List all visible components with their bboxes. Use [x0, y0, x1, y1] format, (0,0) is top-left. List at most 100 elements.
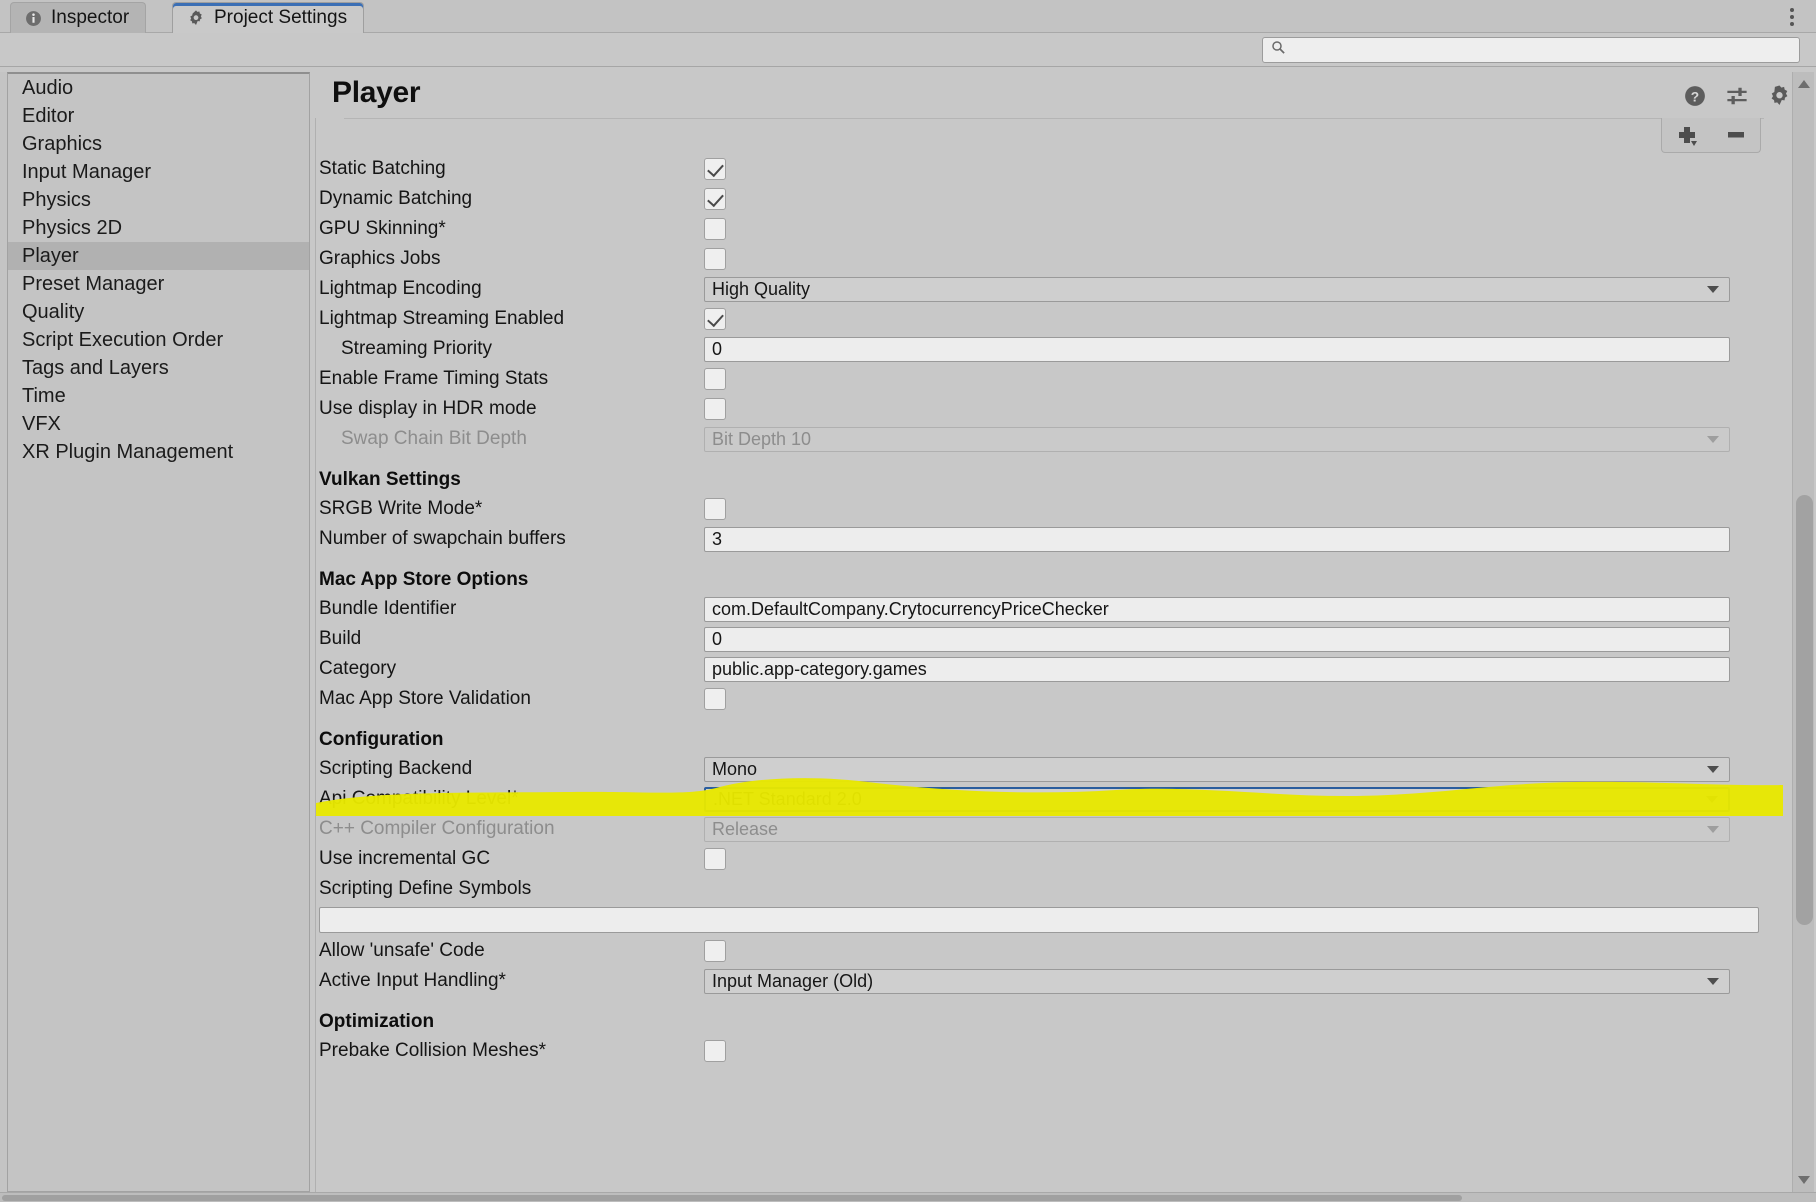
sidebar-item-player[interactable]: Player	[8, 242, 309, 270]
settings-rows: Static Batching Dynamic Batching GPU Skinn…	[316, 154, 1783, 1066]
search-box[interactable]	[1262, 37, 1800, 63]
section-header-configuration: Configuration	[316, 714, 1783, 754]
dropdown-c-compiler-configuration[interactable]: Release	[704, 816, 1730, 842]
checkbox-prebake-collision-meshes[interactable]	[704, 1040, 726, 1062]
scrollbar-thumb-horizontal[interactable]	[2, 1195, 1462, 1201]
checkbox-dynamic-batching[interactable]	[704, 188, 726, 210]
scripting-define-symbols-input[interactable]	[319, 907, 1759, 933]
setting-field: com.DefaultCompany.CrytocurrencyPriceChe…	[704, 596, 1730, 622]
gear-icon[interactable]	[1768, 84, 1791, 112]
section-label: Mac App Store Options	[319, 569, 529, 590]
player-settings-panel: Player ? Static Batching Dynamic Batchin…	[313, 72, 1809, 1192]
sidebar-item-tags-and-layers[interactable]: Tags and Layers	[8, 354, 309, 382]
setting-row-static-batching: Static Batching	[316, 154, 1783, 184]
section-header-mac-app-store-options: Mac App Store Options	[316, 554, 1783, 594]
sidebar-item-xr-plugin-management[interactable]: XR Plugin Management	[8, 438, 309, 466]
gear-icon	[190, 10, 202, 25]
sidebar-item-label: VFX	[22, 413, 61, 435]
checkbox-use-display-in-hdr-mode[interactable]	[704, 398, 726, 420]
textfield-build[interactable]: 0	[704, 626, 1730, 652]
setting-row-graphics-jobs: Graphics Jobs	[316, 244, 1783, 274]
setting-row-lightmap-encoding: Lightmap Encoding High Quality	[316, 274, 1783, 304]
help-icon[interactable]: ?	[1684, 85, 1706, 112]
setting-label: Scripting Define Symbols	[319, 878, 532, 899]
scrollbar-thumb[interactable]	[1796, 495, 1813, 925]
add-button[interactable]	[1670, 122, 1704, 148]
settings-category-sidebar[interactable]: Audio Editor Graphics Input Manager Physics P…	[7, 72, 310, 1192]
sidebar-item-physics[interactable]: Physics	[8, 186, 309, 214]
dropdown-value: Mono	[712, 758, 758, 779]
chevron-down-icon	[1707, 286, 1719, 293]
vertical-scrollbar[interactable]	[1792, 72, 1814, 1192]
checkbox-enable-frame-timing-stats[interactable]	[704, 368, 726, 390]
setting-row-build: Build 0	[316, 624, 1783, 654]
sidebar-item-input-manager[interactable]: Input Manager	[8, 158, 309, 186]
setting-field	[704, 188, 726, 210]
setting-row-mac-app-store-validation: Mac App Store Validation	[316, 684, 1783, 714]
checkbox-graphics-jobs[interactable]	[704, 248, 726, 270]
dropdown-lightmap-encoding[interactable]: High Quality	[704, 276, 1730, 302]
section-label: Optimization	[319, 1011, 435, 1032]
dropdown-api-compatibility-level[interactable]: .NET Standard 2.0	[704, 786, 1730, 812]
sidebar-item-label: Script Execution Order	[22, 329, 224, 351]
dropdown-active-input-handling[interactable]: Input Manager (Old)	[704, 968, 1730, 994]
sidebar-item-vfx[interactable]: VFX	[8, 410, 309, 438]
checkbox-static-batching[interactable]	[704, 158, 726, 180]
dropdown-value: Input Manager (Old)	[712, 970, 874, 991]
chevron-up-icon[interactable]	[1798, 80, 1810, 88]
sidebar-item-editor[interactable]: Editor	[8, 102, 309, 130]
tab-project-settings[interactable]: Project Settings	[172, 2, 365, 33]
textfield-category[interactable]: public.app-category.games	[704, 656, 1730, 682]
setting-field: Release	[704, 816, 1730, 842]
remove-button[interactable]	[1719, 122, 1753, 148]
setting-field	[704, 1040, 726, 1062]
setting-label: Active Input Handling*	[319, 970, 506, 991]
sidebar-item-label: XR Plugin Management	[22, 441, 234, 463]
dropdown-swap-chain-bit-depth[interactable]: Bit Depth 10	[704, 426, 1730, 452]
horizontal-scrollbar[interactable]	[0, 1192, 1816, 1202]
sidebar-item-physics-2d[interactable]: Physics 2D	[8, 214, 309, 242]
textfield-bundle-identifier[interactable]: com.DefaultCompany.CrytocurrencyPriceChe…	[704, 596, 1730, 622]
checkbox-use-incremental-gc[interactable]	[704, 848, 726, 870]
sidebar-item-preset-manager[interactable]: Preset Manager	[8, 270, 309, 298]
checkbox-mac-app-store-validation[interactable]	[704, 688, 726, 710]
setting-label: SRGB Write Mode*	[319, 498, 483, 519]
sidebar-item-graphics[interactable]: Graphics	[8, 130, 309, 158]
section-header-optimization: Optimization	[316, 996, 1783, 1036]
tab-inspector[interactable]: Inspector	[10, 2, 147, 33]
svg-text:?: ?	[1691, 89, 1699, 104]
search-input[interactable]	[1292, 41, 1791, 59]
sidebar-item-audio[interactable]: Audio	[8, 74, 309, 102]
chevron-down-icon	[1707, 766, 1719, 773]
checkbox-lightmap-streaming-enabled[interactable]	[704, 308, 726, 330]
setting-field: High Quality	[704, 276, 1730, 302]
panel-header-icons: ?	[1684, 84, 1791, 112]
sidebar-item-label: Player	[22, 245, 79, 267]
setting-label: Streaming Priority	[341, 338, 492, 359]
checkbox-allow-unsafe-code[interactable]	[704, 940, 726, 962]
more-options-button[interactable]	[1780, 5, 1804, 29]
checkbox-gpu-skinning[interactable]	[704, 218, 726, 240]
setting-label: Category	[319, 658, 397, 679]
setting-row-gpu-skinning: GPU Skinning*	[316, 214, 1783, 244]
setting-field: Input Manager (Old)	[704, 968, 1730, 994]
dropdown-scripting-backend[interactable]: Mono	[704, 756, 1730, 782]
sidebar-item-time[interactable]: Time	[8, 382, 309, 410]
setting-label: Build	[319, 628, 362, 649]
textfield-streaming-priority[interactable]: 0	[704, 336, 1730, 362]
section-header-vulkan-settings: Vulkan Settings	[316, 454, 1783, 494]
setting-row-allow-unsafe-code: Allow 'unsafe' Code	[316, 936, 1783, 966]
add-remove-toolbar	[1661, 118, 1761, 153]
chevron-down-icon[interactable]	[1798, 1176, 1810, 1184]
sidebar-item-quality[interactable]: Quality	[8, 298, 309, 326]
setting-field: .NET Standard 2.0	[704, 786, 1730, 812]
scripting-define-symbols-field-row	[316, 904, 1783, 936]
sidebar-item-script-execution-order[interactable]: Script Execution Order	[8, 326, 309, 354]
checkbox-srgb-write-mode[interactable]	[704, 498, 726, 520]
settings-content-area: Static Batching Dynamic Batching GPU Skinn…	[315, 118, 1783, 1192]
textfield-number-of-swapchain-buffers[interactable]: 3	[704, 526, 1730, 552]
setting-label: Graphics Jobs	[319, 248, 441, 269]
setting-field: 0	[704, 336, 1730, 362]
sidebar-item-label: Quality	[22, 301, 85, 323]
preset-icon[interactable]	[1726, 85, 1748, 112]
